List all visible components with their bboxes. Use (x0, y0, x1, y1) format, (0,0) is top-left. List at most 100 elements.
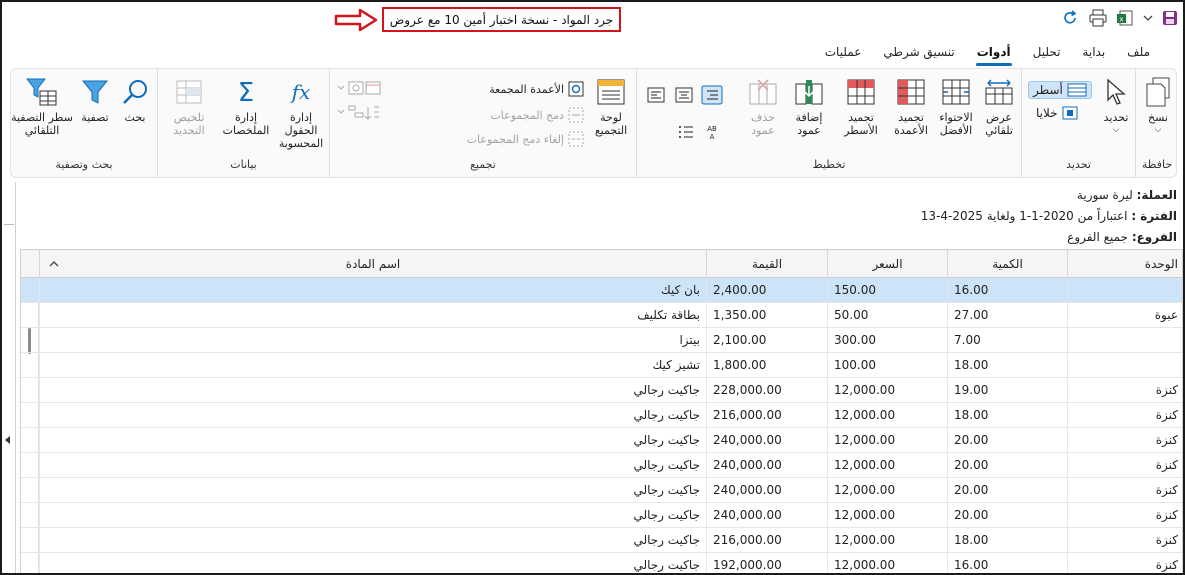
cell-value[interactable]: 240,000.00 (706, 453, 827, 478)
cell-value[interactable]: 2,400.00 (706, 278, 827, 303)
cell-value[interactable]: 1,350.00 (706, 303, 827, 328)
table-row[interactable]: كنزة 18.00 12,000.00 216,000.00 جاكيت رجالي (21, 403, 1182, 428)
tab-conditional-format[interactable]: تنسيق شرطي (872, 42, 965, 64)
cell-name[interactable]: جاكيت رجالي (39, 453, 706, 478)
cell-unit[interactable] (1067, 328, 1182, 353)
cell-qty[interactable]: 20.00 (947, 453, 1067, 478)
table-row[interactable]: كنزة 18.00 12,000.00 216,000.00 جاكيت رجالي (21, 528, 1182, 553)
freeze-columns-button[interactable]: تجميد الأعمدة (889, 75, 933, 137)
cell-price[interactable]: 300.00 (827, 328, 947, 353)
cell-unit[interactable]: كنزة (1067, 503, 1182, 528)
table-row[interactable]: كنزة 20.00 12,000.00 240,000.00 جاكيت رجالي (21, 478, 1182, 503)
column-header-value[interactable]: القيمة (706, 250, 827, 278)
cell-price[interactable]: 12,000.00 (827, 453, 947, 478)
table-row[interactable]: كنزة 20.00 12,000.00 240,000.00 جاكيت رجالي (21, 428, 1182, 453)
dropdown-icon[interactable] (1138, 8, 1158, 28)
group-panel-button[interactable]: لوحة التجميع (588, 75, 634, 137)
cell-qty[interactable]: 20.00 (947, 478, 1067, 503)
cell-qty[interactable]: 27.00 (947, 303, 1067, 328)
filter-button[interactable]: تصفية (75, 75, 115, 124)
cell-unit[interactable]: كنزة (1067, 453, 1182, 478)
delete-column-button[interactable]: حذف عمود (743, 75, 783, 137)
tab-analysis[interactable]: تحليل (1022, 42, 1072, 64)
auto-filter-row-button[interactable]: سطر التصفية التلقائي (11, 75, 73, 137)
copy-button[interactable]: نسخ ⌵ (1138, 75, 1178, 137)
column-header-name[interactable]: اسم المادة (39, 250, 706, 278)
left-panel-edge[interactable] (2, 182, 16, 573)
collapse-arrow-icon[interactable] (5, 436, 10, 444)
cell-qty[interactable]: 7.00 (947, 328, 1067, 353)
cell-qty[interactable]: 18.00 (947, 528, 1067, 553)
cell-price[interactable]: 12,000.00 (827, 503, 947, 528)
select-button[interactable]: تحديد ⌵ (1098, 75, 1134, 137)
cell-value[interactable]: 2,100.00 (706, 328, 827, 353)
cell-qty[interactable]: 20.00 (947, 503, 1067, 528)
cell-name[interactable]: جاكيت رجالي (39, 503, 706, 528)
cell-price[interactable]: 150.00 (827, 278, 947, 303)
cell-unit[interactable]: عبوة (1067, 303, 1182, 328)
table-row[interactable]: 7.00 300.00 2,100.00 بيتزا (21, 328, 1182, 353)
cell-name[interactable]: جاكيت رجالي (39, 378, 706, 403)
auto-fit-button[interactable]: عرض تلقائي (977, 75, 1021, 137)
cell-value[interactable]: 240,000.00 (706, 428, 827, 453)
cell-value[interactable]: 216,000.00 (706, 528, 827, 553)
cell-price[interactable]: 100.00 (827, 353, 947, 378)
table-row[interactable]: كنزة 19.00 12,000.00 228,000.00 جاكيت رجالي (21, 378, 1182, 403)
cell-unit[interactable] (1067, 278, 1182, 303)
column-chooser-button[interactable] (337, 81, 365, 95)
cell-name[interactable]: جاكيت رجالي (39, 428, 706, 453)
cell-value[interactable]: 240,000.00 (706, 478, 827, 503)
summaries-button[interactable]: Σ إدارة الملخصات (220, 75, 272, 137)
freeze-rows-button[interactable]: تجميد الأسطر (837, 75, 885, 137)
select-cells-button[interactable]: خلايا (1032, 105, 1082, 121)
tree-view-button[interactable] (337, 105, 365, 119)
cell-qty[interactable]: 19.00 (947, 378, 1067, 403)
column-header-unit[interactable]: الوحدة (1067, 250, 1182, 278)
cell-unit[interactable]: كنزة (1067, 478, 1182, 503)
text-case-button[interactable]: AB A (703, 123, 721, 141)
cell-price[interactable]: 12,000.00 (827, 528, 947, 553)
print-icon[interactable] (1088, 8, 1108, 28)
cell-unit[interactable]: كنزة (1067, 553, 1182, 573)
merge-groups-button[interactable]: دمج المجموعات (490, 107, 584, 123)
sort-ascending-icon[interactable] (39, 250, 69, 278)
table-row[interactable]: كنزة 16.00 12,000.00 192,000.00 جاكيت رجالي (21, 553, 1182, 573)
cell-unit[interactable] (1067, 353, 1182, 378)
cell-name[interactable]: بطاقة تكليف (39, 303, 706, 328)
sort-button[interactable] (364, 105, 380, 121)
search-button[interactable]: بحث (115, 75, 155, 124)
cell-value[interactable]: 240,000.00 (706, 503, 827, 528)
cell-value[interactable]: 1,800.00 (706, 353, 827, 378)
refresh-icon[interactable] (1060, 8, 1080, 28)
table-row[interactable]: كنزة 20.00 12,000.00 240,000.00 جاكيت رجالي (21, 503, 1182, 528)
cell-qty[interactable]: 20.00 (947, 428, 1067, 453)
unmerge-groups-button[interactable]: إلغاء دمج المجموعات (467, 131, 584, 147)
best-fit-button[interactable]: الاحتواء الأفضل (935, 75, 977, 137)
cell-unit[interactable]: كنزة (1067, 378, 1182, 403)
save-icon[interactable] (1160, 8, 1180, 28)
tab-home[interactable]: بداية (1071, 42, 1116, 64)
cell-value[interactable]: 216,000.00 (706, 403, 827, 428)
cell-name[interactable]: جاكيت رجالي (39, 403, 706, 428)
excel-icon[interactable]: x (1115, 8, 1135, 28)
cell-name[interactable]: جاكيت رجالي (39, 553, 706, 573)
column-header-price[interactable]: السعر (827, 250, 947, 278)
table-row[interactable]: كنزة 20.00 12,000.00 240,000.00 جاكيت رجالي (21, 453, 1182, 478)
grouped-columns-button[interactable]: الأعمدة المجمعة (489, 81, 584, 97)
cell-unit[interactable]: كنزة (1067, 403, 1182, 428)
tab-operations[interactable]: عمليات (814, 42, 873, 64)
cell-value[interactable]: 228,000.00 (706, 378, 827, 403)
tab-tools[interactable]: أدوات (966, 42, 1022, 66)
cell-price[interactable]: 12,000.00 (827, 428, 947, 453)
numbered-list-button[interactable] (677, 123, 695, 141)
align-right-button[interactable] (701, 85, 723, 105)
table-row[interactable]: 16.00 150.00 2,400.00 بان كيك (21, 278, 1182, 303)
cell-price[interactable]: 50.00 (827, 303, 947, 328)
summarize-selection-button[interactable]: تلخيص التحديد (164, 75, 214, 137)
align-center-button[interactable] (675, 87, 693, 103)
cell-name[interactable]: بيتزا (39, 328, 706, 353)
align-left-button[interactable] (647, 87, 665, 103)
tab-file[interactable]: ملف (1116, 42, 1161, 64)
select-rows-button[interactable]: أسطر (1028, 81, 1092, 99)
cell-value[interactable]: 192,000.00 (706, 553, 827, 573)
